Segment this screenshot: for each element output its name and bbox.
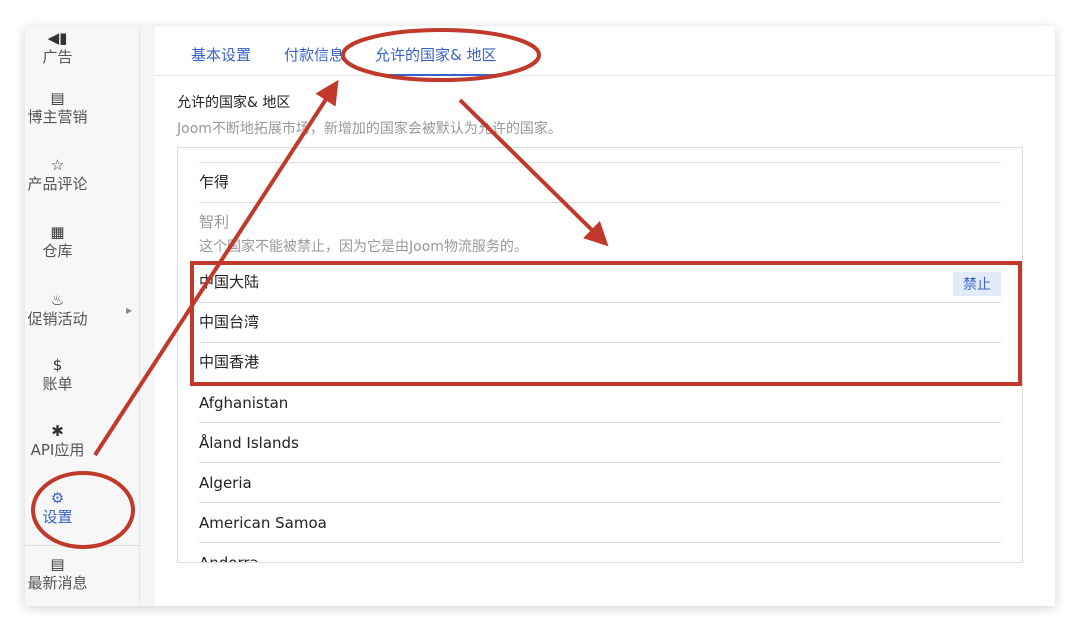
arrow-icon [458, 98, 609, 247]
highlight-ellipse-settings [31, 471, 135, 549]
arrow-icon [93, 79, 339, 457]
highlight-ellipse-tab [341, 28, 541, 82]
annotation-overlay [31, 28, 1022, 549]
highlight-box [190, 261, 1022, 386]
